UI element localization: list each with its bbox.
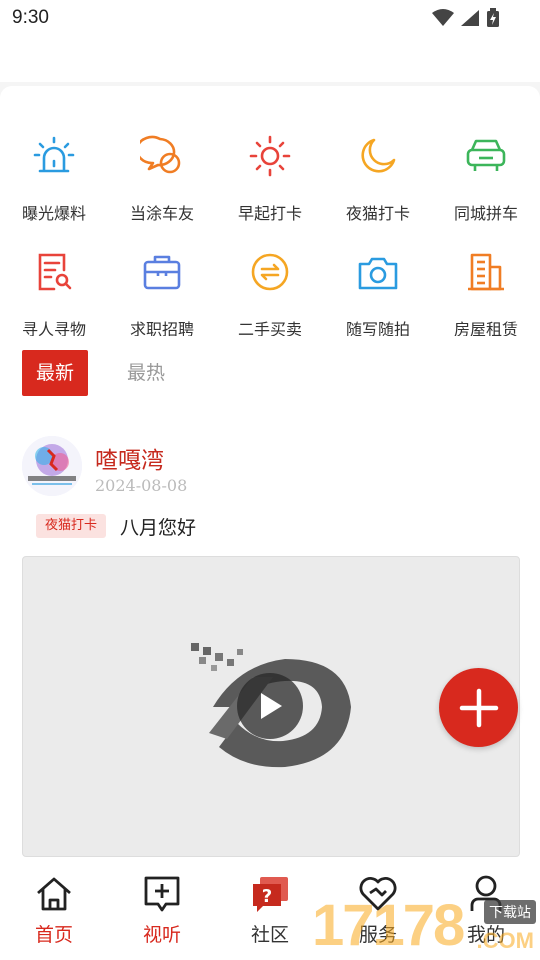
battery-icon: [487, 8, 499, 27]
service-item-lost-found[interactable]: 寻人寻物: [0, 242, 108, 339]
watermark-number: 17178: [312, 893, 465, 958]
nav-item-community[interactable]: ? 社区: [216, 862, 324, 960]
service-label: 同城拼车: [453, 204, 518, 223]
status-icons: [432, 8, 500, 28]
service-item-night-checkin[interactable]: 夜猫打卡: [324, 126, 432, 223]
watermark-download: 下载站: [484, 900, 536, 924]
nav-label-community: 社区: [250, 924, 289, 946]
service-item-housing[interactable]: 房屋租赁: [432, 242, 540, 339]
status-time: 9:30: [12, 7, 49, 28]
nav-label-home: 首页: [34, 924, 73, 946]
site-watermark: 17178 下载站 .COM: [312, 893, 540, 960]
service-item-early-checkin[interactable]: 早起打卡: [216, 126, 324, 223]
signal-icon: [461, 10, 479, 26]
community-icon: ?: [250, 874, 290, 914]
nav-item-media[interactable]: 视听: [108, 862, 216, 960]
post-author[interactable]: 喳嘎湾: [95, 441, 164, 475]
service-item-jobs[interactable]: 求职招聘: [108, 242, 216, 339]
header-band: [0, 36, 540, 82]
service-label: 夜猫打卡: [345, 204, 410, 223]
service-item-snapshot[interactable]: 随写随拍: [324, 242, 432, 339]
svg-text:?: ?: [262, 886, 272, 907]
video-add-icon: [142, 874, 182, 914]
service-item-exposure[interactable]: 曝光爆料: [0, 126, 108, 223]
post-date: 2024-08-08: [95, 476, 188, 495]
nav-label-media: 视听: [142, 924, 181, 946]
avatar[interactable]: [22, 436, 82, 496]
search-document-icon: [32, 250, 76, 294]
service-grid: 曝光爆料 当涂车友 早起打卡 夜猫打卡 同城拼车 寻人寻物 求职招聘 二手买卖 …: [0, 126, 540, 339]
service-label: 曝光爆料: [21, 204, 86, 223]
post-text: 八月您好: [120, 517, 197, 539]
create-post-button[interactable]: [439, 668, 518, 747]
service-label: 早起打卡: [237, 204, 302, 223]
service-grid-card: 曝光爆料 当涂车友 早起打卡 夜猫打卡 同城拼车 寻人寻物 求职招聘 二手买卖 …: [0, 86, 540, 339]
moon-icon: [356, 134, 400, 178]
chat-bubbles-icon: [140, 134, 184, 178]
status-bar: 9:30: [0, 0, 540, 36]
post-tag[interactable]: 夜猫打卡: [36, 514, 107, 538]
service-item-second-hand[interactable]: 二手买卖: [216, 242, 324, 339]
car-icon: [464, 134, 508, 178]
camera-icon: [356, 250, 400, 294]
exchange-icon: [248, 250, 292, 294]
service-item-car-friends[interactable]: 当涂车友: [108, 126, 216, 223]
service-label: 当涂车友: [129, 204, 194, 223]
sun-icon: [248, 134, 292, 178]
feed: 最新 最热 喳嘎湾 2024-08-08 夜猫打卡 八月您好: [0, 336, 540, 862]
home-icon: [34, 874, 74, 914]
plus-icon: [459, 688, 498, 727]
service-item-carpool[interactable]: 同城拼车: [432, 126, 540, 223]
briefcase-icon: [140, 250, 184, 294]
watermark-com: .COM: [476, 928, 534, 953]
siren-icon: [32, 134, 76, 178]
building-icon: [464, 250, 508, 294]
nav-item-home[interactable]: 首页: [0, 862, 108, 960]
tab-hot[interactable]: 最热: [113, 350, 179, 396]
play-button[interactable]: [237, 673, 303, 739]
play-icon: [261, 693, 282, 719]
wifi-icon: [432, 9, 454, 26]
tab-latest[interactable]: 最新: [22, 350, 89, 396]
